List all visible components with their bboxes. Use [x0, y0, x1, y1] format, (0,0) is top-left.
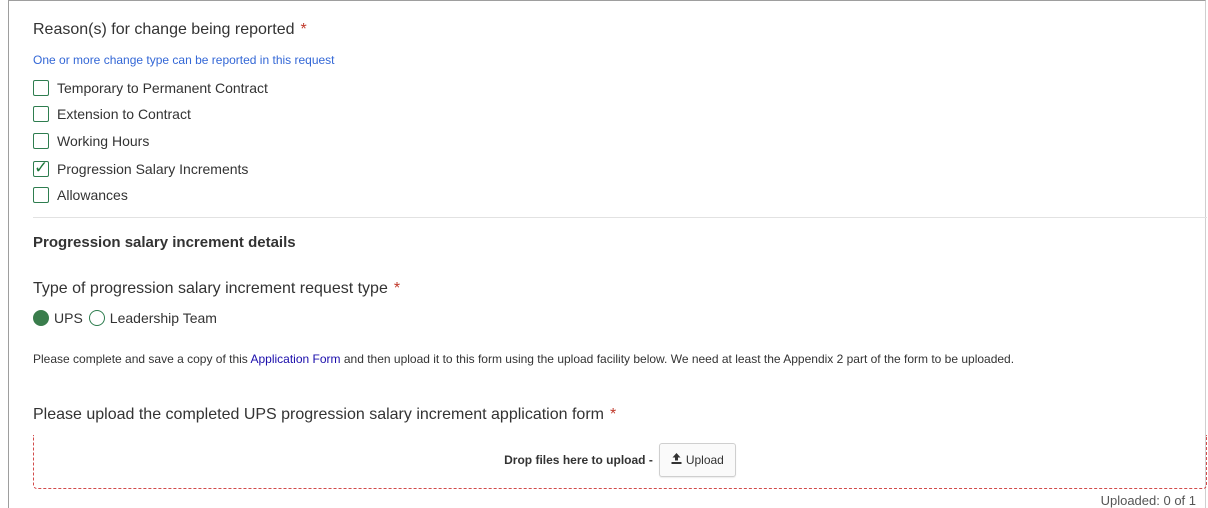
upload-button[interactable]: Upload	[658, 443, 736, 477]
checkbox-temporary-to-permanent[interactable]: Temporary to Permanent Contract	[33, 78, 268, 98]
section-title: Progression salary increment details	[33, 234, 296, 251]
increment-type-radio-group: UPS Leadership Team	[33, 308, 223, 328]
upload-question-label: Please upload the completed UPS progress…	[33, 406, 616, 424]
form-panel: Reason(s) for change being reported * One…	[8, 0, 1207, 508]
radio-leadership-team[interactable]	[88, 310, 105, 326]
application-form-link[interactable]: Application Form	[250, 352, 340, 366]
upload-label-text: Please upload the completed UPS progress…	[33, 406, 604, 423]
reasons-hint: One or more change type can be reported …	[33, 53, 335, 67]
instructions-text: Please complete and save a copy of this …	[33, 353, 1205, 365]
checkbox-allowances[interactable]: Allowances	[33, 185, 128, 205]
file-drop-zone[interactable]: Drop files here to upload - Upload	[33, 435, 1207, 489]
instructions-before: Please complete and save a copy of this	[33, 352, 251, 366]
uploaded-status: Uploaded: 0 of 1	[1100, 493, 1196, 508]
checkbox-label: Allowances	[57, 187, 128, 203]
checkbox-label: Working Hours	[57, 133, 150, 149]
upload-button-label: Upload	[685, 453, 724, 467]
required-asterisk: *	[393, 280, 401, 297]
instructions-after: and then upload it to this form using th…	[340, 352, 1015, 366]
required-asterisk: *	[609, 406, 617, 423]
checkbox-working-hours[interactable]: Working Hours	[33, 131, 149, 151]
upload-icon	[671, 453, 682, 467]
drop-files-text: Drop files here to upload -	[504, 453, 653, 467]
reasons-question-label: Reason(s) for change being reported *	[33, 21, 307, 39]
checkbox-box[interactable]	[33, 133, 49, 149]
type-label-text: Type of progression salary increment req…	[33, 280, 388, 297]
radio-label[interactable]: Leadership Team	[110, 310, 217, 326]
checkbox-box-checked[interactable]: ✓	[33, 158, 49, 178]
checkmark-icon: ✓	[34, 158, 49, 178]
checkbox-extension-to-contract[interactable]: Extension to Contract	[33, 104, 191, 124]
drop-row: Drop files here to upload - Upload	[34, 443, 1206, 477]
checkbox-progression-salary-increments[interactable]: ✓ Progression Salary Increments	[33, 158, 249, 179]
checkbox-box[interactable]	[33, 187, 49, 203]
checkbox-label: Temporary to Permanent Contract	[57, 80, 268, 96]
checkbox-label: Extension to Contract	[57, 106, 191, 122]
radio-ups[interactable]	[33, 310, 49, 326]
section-divider	[33, 217, 1207, 218]
checkbox-label: Progression Salary Increments	[57, 161, 249, 177]
checkbox-box[interactable]	[33, 80, 49, 96]
reasons-label-text: Reason(s) for change being reported	[33, 21, 295, 38]
type-question-label: Type of progression salary increment req…	[33, 280, 400, 298]
required-asterisk: *	[300, 21, 307, 38]
checkbox-box[interactable]	[33, 106, 49, 122]
radio-label[interactable]: UPS	[54, 310, 83, 326]
